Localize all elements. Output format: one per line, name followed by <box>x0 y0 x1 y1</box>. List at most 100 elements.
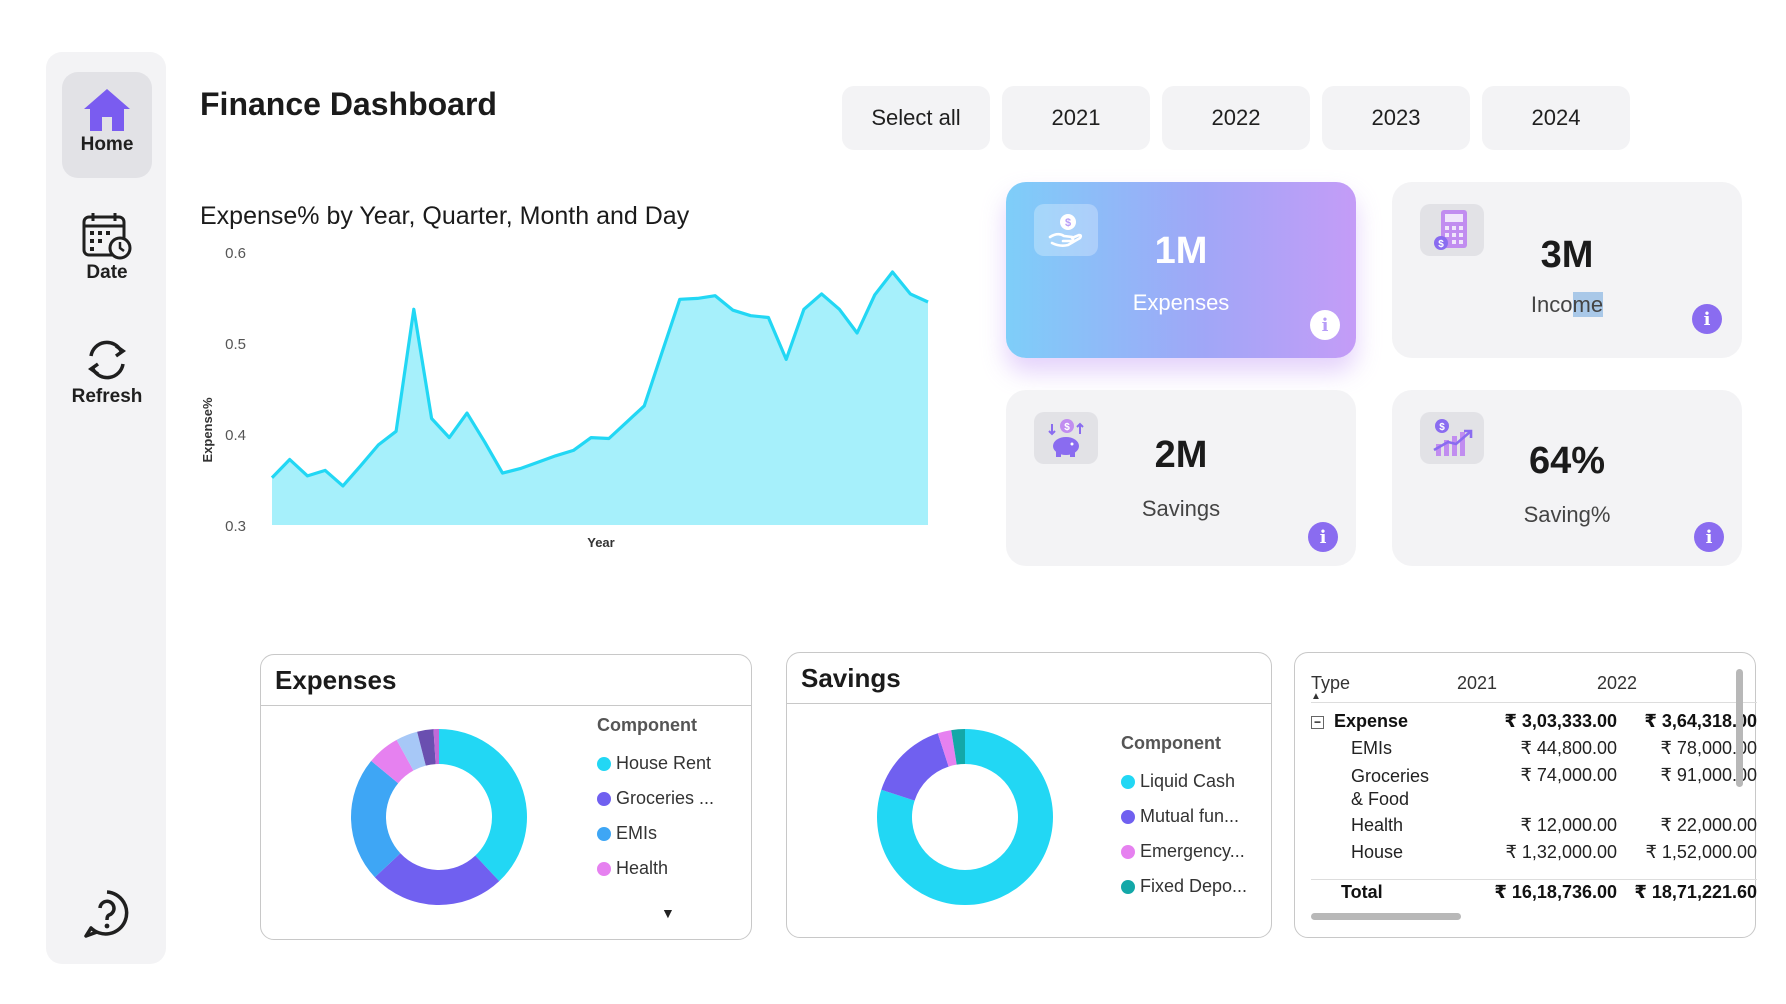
table-total-row: Total ₹ 16,18,736.00 ₹ 18,71,221.60 <box>1311 879 1757 906</box>
legend-dot <box>1121 809 1135 824</box>
legend-item[interactable]: EMIs <box>597 816 714 851</box>
page-title: Finance Dashboard <box>200 86 497 122</box>
svg-text:$: $ <box>1065 217 1071 229</box>
legend-item[interactable]: Emergency... <box>1121 834 1247 869</box>
table-row: − Expense ₹ 3,03,333.00 ₹ 3,64,318.00 <box>1311 711 1757 738</box>
nav-date[interactable]: Date <box>62 210 152 300</box>
legend-label: House Rent <box>616 753 712 773</box>
horizontal-scrollbar[interactable] <box>1311 913 1461 920</box>
sort-arrow-icon[interactable]: ▲ <box>1311 691 1321 702</box>
column-header-2021[interactable]: 2021 <box>1457 673 1497 694</box>
legend-item[interactable]: Health <box>597 851 714 886</box>
legend-label: Groceries ... <box>616 788 715 808</box>
y-axis-title: Expense% <box>200 397 215 462</box>
vertical-scrollbar[interactable] <box>1736 669 1743 787</box>
legend-label: Mutual fun... <box>1140 806 1240 826</box>
table-row: EMIs ₹ 44,800.00 ₹ 78,000.00 <box>1311 738 1757 765</box>
kpi-expenses-card[interactable]: $ 1M Expenses i <box>1006 182 1356 358</box>
info-icon[interactable]: i <box>1694 522 1724 552</box>
legend-item[interactable]: Fixed Depo... <box>1121 869 1247 904</box>
info-icon[interactable]: i <box>1310 310 1340 340</box>
kpi-expenses-label: Expenses <box>1132 290 1230 315</box>
nav-refresh[interactable]: Refresh <box>62 334 152 424</box>
row-label: Expense <box>1334 711 1409 731</box>
kpi-income-value: 3M <box>1540 234 1594 276</box>
legend-dot <box>1121 879 1135 894</box>
svg-text:$: $ <box>1439 422 1445 433</box>
table-row: House ₹ 1,32,000.00 ₹ 1,52,000.00 <box>1311 842 1757 869</box>
column-header-label: Type <box>1311 673 1351 693</box>
legend-label: EMIs <box>616 823 658 843</box>
savings-panel-title: Savings <box>801 663 901 693</box>
row-label: Health <box>1351 815 1404 835</box>
slicer-select-all[interactable]: Select all <box>842 86 990 150</box>
legend-dot <box>597 756 611 771</box>
slicer-2023[interactable]: 2023 <box>1322 86 1470 150</box>
legend-dot <box>1121 774 1135 789</box>
matrix-table: Type ▲ 2021 2022 − Expense ₹ 3,03,333.00 ₹… <box>1311 667 1757 906</box>
savings-legend: Component Liquid Cash Mutual fun... Emer… <box>1121 733 1247 904</box>
cell-2021: ₹ 44,800.00 <box>1520 738 1617 758</box>
cell-2022: ₹ 22,000.00 <box>1660 815 1757 835</box>
kpi-savings-label: Savings <box>1141 496 1221 521</box>
legend-item[interactable]: House Rent <box>597 746 714 781</box>
divider <box>261 705 751 706</box>
donut-slice[interactable] <box>439 729 527 882</box>
cell-2021: ₹ 12,000.00 <box>1520 815 1617 835</box>
y-tick-label: 0.4 <box>225 427 246 444</box>
legend-item[interactable]: Mutual fun... <box>1121 799 1247 834</box>
divider <box>787 703 1271 704</box>
expense-area-fill <box>272 272 928 525</box>
total-2022: ₹ 18,71,221.60 <box>1634 882 1757 902</box>
kpi-savings-value: 2M <box>1154 434 1208 476</box>
collapse-icon[interactable]: − <box>1311 716 1324 729</box>
legend-dot <box>597 861 611 876</box>
expense-percent-chart[interactable]: 0.6 0.5 0.4 0.3 Expense% Year <box>190 236 950 566</box>
slicer-2022[interactable]: 2022 <box>1162 86 1310 150</box>
calendar-icon <box>82 213 132 260</box>
kpi-saving-percent-label: Saving% <box>1523 502 1611 527</box>
table-header-row: Type ▲ 2021 2022 <box>1311 667 1757 703</box>
info-icon[interactable]: i <box>1692 304 1722 334</box>
help-icon <box>84 890 129 938</box>
nav-home[interactable]: Home <box>62 72 152 178</box>
legend-scroll-down-icon[interactable]: ▼ <box>661 905 675 921</box>
legend-label: Fixed Depo... <box>1140 876 1248 896</box>
kpi-saving-percent-value: 64% <box>1528 440 1606 482</box>
y-tick-label: 0.6 <box>225 245 246 262</box>
kpi-savings-card[interactable]: $ 2M Savings i <box>1006 390 1356 566</box>
slicer-2024[interactable]: 2024 <box>1482 86 1630 150</box>
help-button[interactable] <box>79 886 135 942</box>
row-label: EMIs <box>1351 738 1393 758</box>
kpi-saving-percent-card[interactable]: $ 64% Saving% i <box>1392 390 1742 566</box>
column-header-2022[interactable]: 2022 <box>1597 673 1637 694</box>
refresh-icon <box>87 340 127 380</box>
row-label: Groceries <box>1351 766 1430 786</box>
matrix-panel: Type ▲ 2021 2022 − Expense ₹ 3,03,333.00 ₹… <box>1294 652 1757 938</box>
expenses-donut-chart[interactable] <box>349 727 529 907</box>
savings-panel: Savings Component Liquid Cash Mutual fun… <box>786 652 1272 938</box>
savings-donut-chart[interactable] <box>875 727 1055 907</box>
cell-2021: ₹ 74,000.00 <box>1520 765 1617 785</box>
nav-home-label: Home <box>80 134 134 155</box>
info-icon[interactable]: i <box>1308 522 1338 552</box>
nav-date-label: Date <box>86 262 128 283</box>
row-label: House <box>1351 842 1404 862</box>
legend-item[interactable]: Liquid Cash <box>1121 764 1247 799</box>
donut-slice[interactable] <box>881 733 949 801</box>
kpi-income-card[interactable]: $ 3M Income i <box>1392 182 1742 358</box>
row-label-cell: − Expense <box>1311 711 1408 732</box>
legend-item[interactable]: Groceries ... <box>597 781 714 816</box>
slicer-2021[interactable]: 2021 <box>1002 86 1150 150</box>
legend-dot <box>1121 844 1135 859</box>
table-row: Groceries & Food ₹ 74,000.00 ₹ 91,000.00 <box>1311 765 1757 815</box>
row-label-cell: Groceries & Food <box>1351 765 1429 811</box>
legend-title: Component <box>1121 733 1221 753</box>
expenses-legend: Component House Rent Groceries ... EMIs … <box>597 715 714 886</box>
kpi-income-label-highlight: me <box>1572 292 1604 317</box>
nav-refresh-label: Refresh <box>71 386 143 407</box>
y-tick-label: 0.5 <box>225 336 246 353</box>
column-header-type[interactable]: Type ▲ <box>1311 673 1351 702</box>
cell-2021: ₹ 1,32,000.00 <box>1505 842 1617 862</box>
total-label: Total <box>1341 882 1383 902</box>
